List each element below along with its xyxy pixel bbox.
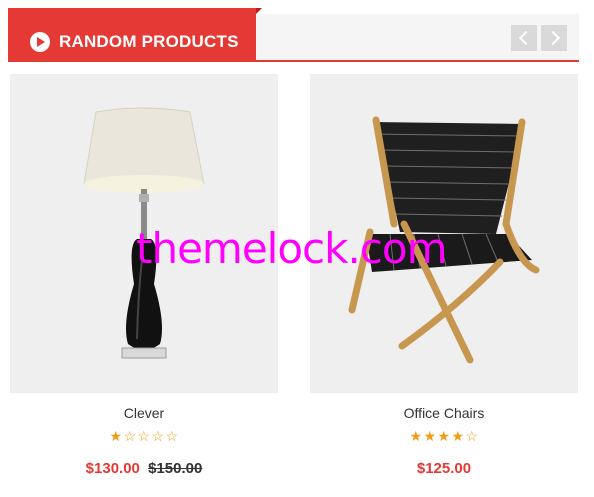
prev-button[interactable] — [511, 25, 537, 51]
module-title-tab: RANDOM PRODUCTS — [8, 8, 262, 62]
random-products-module: RANDOM PRODUCTS Clever ★☆☆☆☆ $130.00 $15… — [0, 0, 594, 497]
star-filled-icon: ★ — [109, 428, 123, 444]
star-empty-icon: ☆ — [465, 428, 479, 444]
play-circle-icon — [30, 32, 50, 52]
star-empty-icon: ☆ — [123, 428, 137, 444]
rating-stars: ★☆☆☆☆ — [10, 428, 278, 445]
star-empty-icon: ☆ — [137, 428, 151, 444]
rating-stars: ★★★★☆ — [310, 428, 578, 445]
price: $130.00 — [85, 460, 140, 477]
price: $125.00 — [416, 460, 472, 477]
next-button[interactable] — [541, 25, 567, 51]
old-price: $150.00 — [148, 460, 203, 477]
star-filled-icon: ★ — [409, 428, 423, 444]
star-empty-icon: ☆ — [165, 428, 179, 444]
price-row: $125.00 — [310, 460, 578, 477]
module-title: RANDOM PRODUCTS — [59, 32, 239, 51]
product-name[interactable]: Office Chairs — [310, 405, 578, 421]
watermark-text: themelock.com — [136, 224, 448, 273]
star-empty-icon: ☆ — [151, 428, 165, 444]
price-row: $130.00 $150.00 — [10, 460, 278, 477]
star-filled-icon: ★ — [437, 428, 451, 444]
star-filled-icon: ★ — [423, 428, 437, 444]
product-name[interactable]: Clever — [10, 405, 278, 421]
star-filled-icon: ★ — [451, 428, 465, 444]
